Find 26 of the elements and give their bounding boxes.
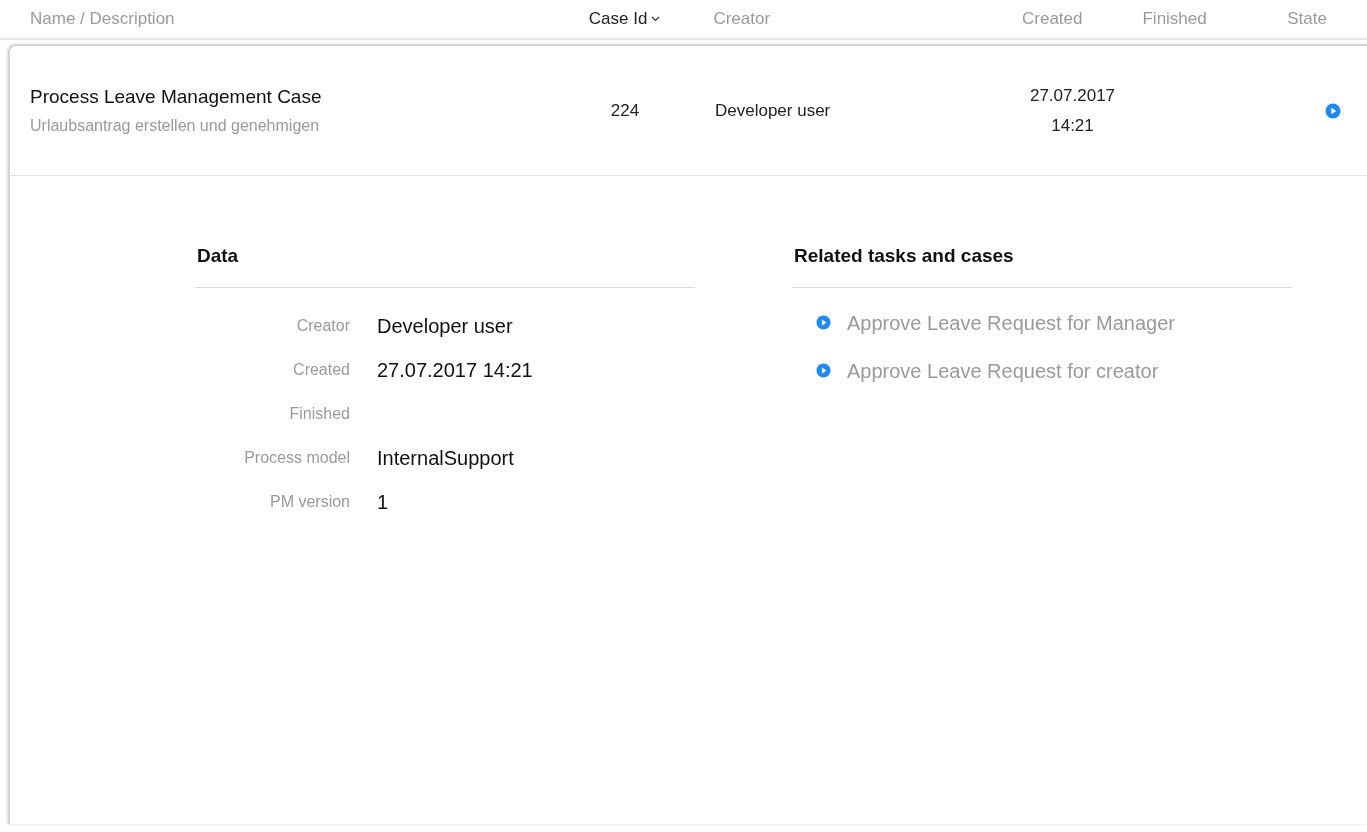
case-id: 224: [610, 99, 640, 122]
column-header[interactable]: State: [1287, 6, 1367, 32]
field-value: 27.07.2017 14:21: [377, 357, 533, 383]
field-label: Creator: [296, 315, 350, 336]
field-label: Created: [293, 359, 350, 380]
chevron-down-icon: [651, 16, 661, 22]
column-header[interactable]: Creator: [713, 6, 928, 32]
related-task-link[interactable]: Approve Leave Request for Manager: [816, 307, 1292, 338]
case-creator: Developer user: [715, 100, 831, 120]
field-label: PM version: [269, 491, 350, 512]
field-label: Finished: [289, 403, 350, 424]
field-value: InternalSupport: [377, 445, 514, 471]
field-label: Process model: [244, 447, 350, 468]
column-header[interactable]: Case Id: [578, 6, 669, 32]
case-description: Urlaubsantrag erstellen und genehmigen: [30, 115, 321, 136]
section-title: Data: [197, 245, 239, 266]
column-header[interactable]: Name / Description: [30, 6, 579, 32]
created-time: 14:21: [1051, 114, 1094, 137]
field-value: Developer user: [377, 313, 513, 339]
column-header[interactable]: Finished: [1142, 6, 1243, 32]
related-task-link[interactable]: Approve Leave Request for creator: [816, 355, 1292, 386]
field-value: 1: [377, 489, 389, 515]
case-name: Process Leave Management Case: [30, 85, 323, 110]
created-date: 27.07.2017: [1029, 84, 1116, 107]
section-title: Related tasks and cases: [794, 245, 1014, 266]
column-header[interactable]: Created: [927, 6, 1083, 32]
